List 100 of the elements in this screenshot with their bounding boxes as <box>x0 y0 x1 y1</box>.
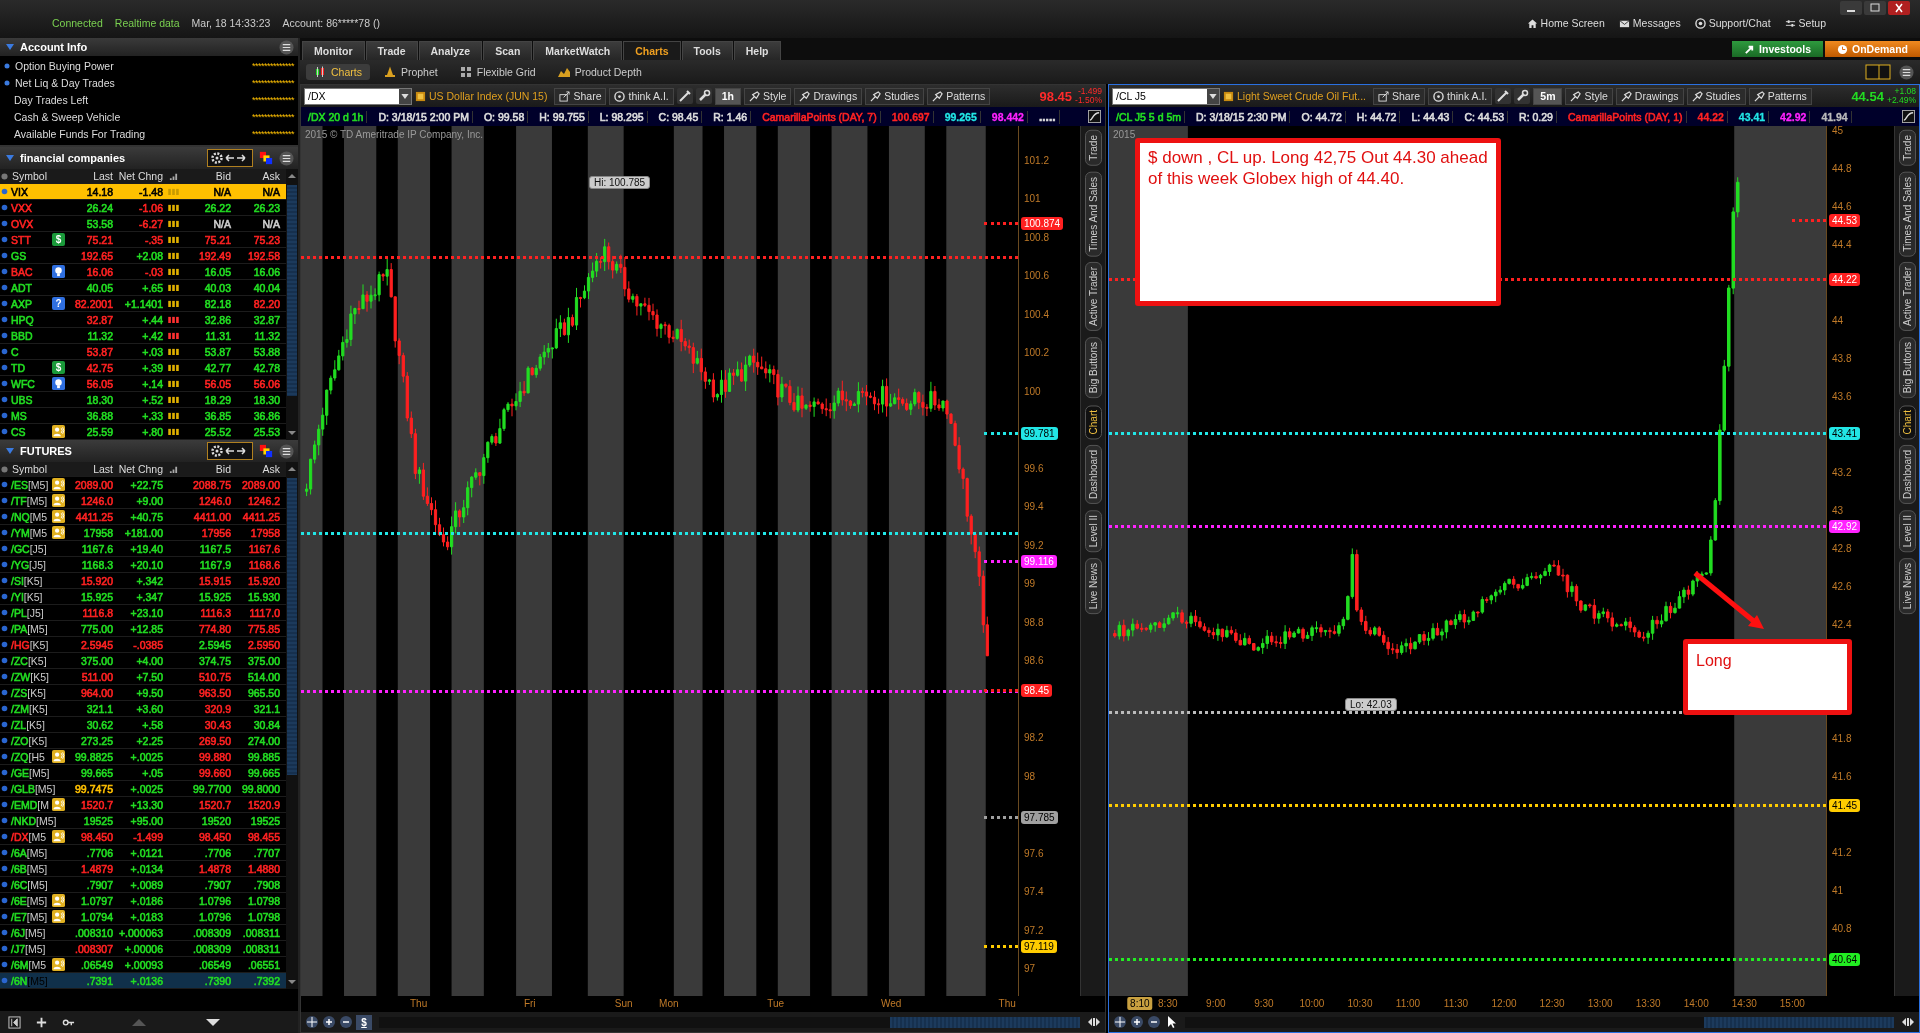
table-row[interactable]: AXP ? 82.2001 +1.1401 82.18 82.20 <box>0 296 286 312</box>
brand-button[interactable]: Investools <box>1732 41 1823 57</box>
table-row[interactable]: /J7[M5] .008307 +.00006 .008309 .008311 <box>0 941 286 957</box>
column-header[interactable]: Bid <box>181 463 233 475</box>
layout-icon[interactable] <box>1865 64 1891 80</box>
restore-button[interactable] <box>1864 1 1886 15</box>
select-all-icon[interactable] <box>1 172 8 180</box>
table-row[interactable]: WFC 56.05 +.14 56.05 56.06 <box>0 376 286 392</box>
table-row[interactable]: UBS 18.30 +.52 18.29 18.30 <box>0 392 286 408</box>
table-row[interactable]: VIX 14.18 -1.48 N/A N/A <box>0 184 286 200</box>
side-tab[interactable]: Dashboard <box>1898 444 1916 504</box>
side-tab[interactable]: Chart <box>1898 404 1916 439</box>
zoom-out-icon[interactable] <box>1147 1015 1161 1029</box>
scrollbar[interactable] <box>286 169 298 440</box>
table-row[interactable]: /SI[K5] 15.920 +.342 15.915 15.920 <box>0 573 286 589</box>
table-row[interactable]: BBD 11.32 +.42 11.31 11.32 <box>0 328 286 344</box>
zoom-in-icon[interactable] <box>322 1015 336 1029</box>
toolbar-button[interactable]: Drawings <box>1615 87 1684 105</box>
menu-button[interactable] <box>279 39 294 55</box>
side-tab[interactable]: Active Trader <box>1898 262 1916 332</box>
column-header[interactable]: Net Chng <box>115 170 165 182</box>
symbol-field[interactable]: /CL J5 <box>1112 87 1220 105</box>
table-row[interactable]: /HG[K5] 2.5945 -.0385 2.5945 2.5950 <box>0 637 286 653</box>
main-tab[interactable]: MarketWatch <box>533 41 623 60</box>
study-icon[interactable] <box>1902 110 1915 123</box>
symbol-field[interactable]: /DX <box>304 87 412 105</box>
column-header[interactable]: Symbol <box>9 463 67 475</box>
table-row[interactable]: /PA[M5] 775.00 +12.85 774.80 775.85 <box>0 621 286 637</box>
table-row[interactable]: /TF[M5] 1246.0 +9.00 1246.0 1246.2 <box>0 493 286 509</box>
table-row[interactable]: /6N[M5] .7391 +.0136 .7390 .7392 <box>0 973 286 989</box>
table-row[interactable]: /PL[J5] 1116.8 +23.10 1116.3 1117.0 <box>0 605 286 621</box>
table-row[interactable]: /EMD[M 1520.7 +13.30 1520.7 1520.9 <box>0 797 286 813</box>
toolbar-button[interactable]: Studies <box>1686 87 1746 105</box>
side-tab[interactable]: Dashboard <box>1084 444 1102 504</box>
scroll-down-icon[interactable] <box>287 429 297 437</box>
table-row[interactable]: /ZM[K5] 321.1 +3.60 320.9 321.1 <box>0 701 286 717</box>
main-tab[interactable]: Analyze <box>418 41 483 60</box>
scrollbar-thumb[interactable] <box>287 478 297 775</box>
table-row[interactable]: /YM[M5 17958 +181.00 17956 17958 <box>0 525 286 541</box>
column-header[interactable]: Ask <box>233 463 282 475</box>
main-tab[interactable]: Trade <box>365 41 418 60</box>
table-row[interactable]: /GLB[M5] 99.7475 +.0025 99.7700 99.8000 <box>0 781 286 797</box>
column-header[interactable]: Bid <box>181 170 233 182</box>
top-link[interactable]: Setup <box>1784 9 1826 29</box>
caret-icon[interactable] <box>399 88 411 104</box>
menu-button[interactable] <box>1899 64 1914 80</box>
toolbar-button[interactable]: Patterns <box>927 87 991 105</box>
table-row[interactable]: /GE[M5] 99.665 +.05 99.660 99.665 <box>0 765 286 781</box>
top-link[interactable]: Messages <box>1618 9 1681 29</box>
table-row[interactable]: /ZW[K5] 511.00 +7.50 510.75 514.00 <box>0 669 286 685</box>
toolbar-button[interactable]: Studies <box>865 87 925 105</box>
toolbar-button[interactable]: Drawings <box>794 87 863 105</box>
menu-button[interactable] <box>279 150 294 166</box>
table-row[interactable]: /6A[M5] .7706 +.0121 .7706 .7707 <box>0 845 286 861</box>
scrollbar-thumb[interactable] <box>890 1016 1080 1028</box>
drawing-tool-icon[interactable] <box>676 88 693 104</box>
table-row[interactable]: /6E[M5] 1.0797 +.0186 1.0796 1.0798 <box>0 893 286 909</box>
wrench-icon[interactable] <box>1514 88 1531 104</box>
side-tab[interactable]: Live News <box>1084 558 1102 615</box>
account-info-header[interactable]: Account Info <box>0 38 298 56</box>
main-tab[interactable]: Tools <box>681 41 733 60</box>
scrollbar[interactable] <box>1185 1016 1894 1028</box>
menu-button[interactable] <box>279 443 294 459</box>
select-all-icon[interactable] <box>1 465 8 473</box>
side-tab[interactable]: Times And Sales <box>1084 171 1102 257</box>
table-row[interactable]: /NQ[M5 4411.25 +40.75 4411.00 4411.25 <box>0 509 286 525</box>
table-row[interactable]: ADT 40.05 +.65 40.03 40.04 <box>0 280 286 296</box>
side-tab[interactable]: Trade <box>1084 130 1102 166</box>
sub-tab[interactable]: Product Depth <box>549 64 650 80</box>
table-row[interactable]: MS 36.88 +.33 36.85 36.86 <box>0 408 286 424</box>
caret-icon[interactable] <box>1207 88 1219 104</box>
crosshair-icon[interactable] <box>305 1015 319 1029</box>
table-row[interactable]: C 53.87 +.03 53.87 53.88 <box>0 344 286 360</box>
table-row[interactable]: /YI[K5] 15.925 +.347 15.925 15.930 <box>0 589 286 605</box>
top-link[interactable]: Support/Chat <box>1694 9 1771 29</box>
table-row[interactable]: GS 192.65 +2.08 192.49 192.58 <box>0 248 286 264</box>
table-row[interactable]: /ES[M5] 2089.00 +22.75 2088.75 2089.00 <box>0 477 286 493</box>
scrollbar[interactable] <box>286 462 298 989</box>
sub-tab[interactable]: Prophet <box>375 64 446 80</box>
interval-button[interactable]: 5m <box>1533 87 1563 105</box>
table-row[interactable]: /ZQ[H5 99.8825 +.0025 99.880 99.885 <box>0 749 286 765</box>
side-tab[interactable]: Big Buttons <box>1898 337 1916 399</box>
side-tab[interactable]: Big Buttons <box>1084 337 1102 399</box>
side-tab[interactable]: Level II <box>1898 509 1916 553</box>
side-tab[interactable]: Trade <box>1898 130 1916 166</box>
settings-button[interactable] <box>207 149 253 167</box>
column-header[interactable]: Net Chng <box>115 463 165 475</box>
side-tab[interactable]: Live News <box>1898 558 1916 615</box>
table-row[interactable]: /6B[M5] 1.4879 +.0134 1.4878 1.4880 <box>0 861 286 877</box>
scroll-up-icon[interactable] <box>287 172 297 180</box>
scrollbar[interactable] <box>379 1016 1080 1028</box>
toolbar-button[interactable]: Share <box>554 87 607 105</box>
table-row[interactable]: /YG[J5] 1168.3 +20.10 1167.9 1168.6 <box>0 557 286 573</box>
side-tab[interactable]: Times And Sales <box>1898 171 1916 257</box>
table-row[interactable]: /E7[M5] 1.0794 +.0183 1.0796 1.0798 <box>0 909 286 925</box>
sub-tab[interactable]: Charts <box>306 64 370 80</box>
collapse-panel-icon[interactable] <box>8 1015 21 1029</box>
side-tab[interactable]: Chart <box>1084 404 1102 439</box>
scrollbar-thumb[interactable] <box>1704 1016 1894 1028</box>
side-tab[interactable]: Active Trader <box>1084 262 1102 332</box>
